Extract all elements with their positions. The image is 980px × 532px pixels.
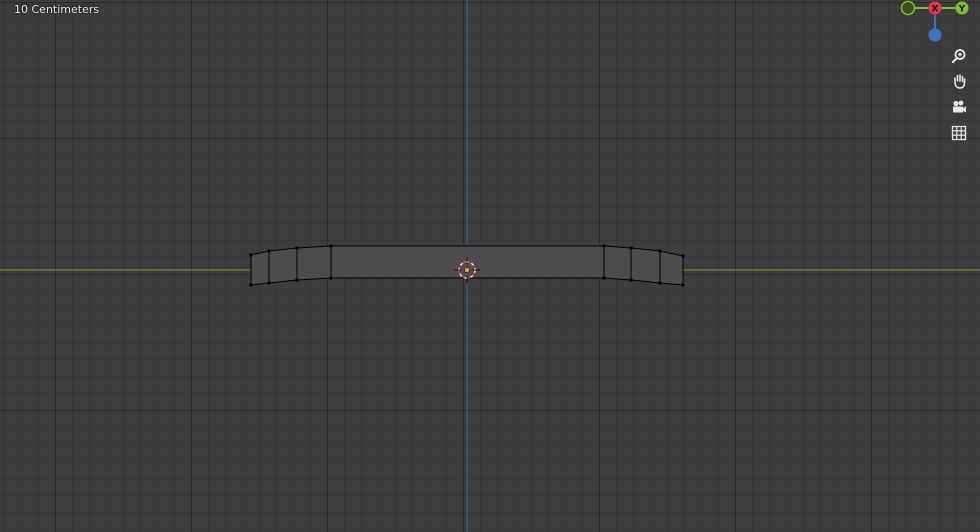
ortho-toggle-button[interactable] xyxy=(948,122,970,144)
gizmo-x-label: X xyxy=(932,5,939,15)
pan-button[interactable] xyxy=(948,70,970,92)
camera-button[interactable] xyxy=(948,96,970,118)
object-origin xyxy=(464,267,470,273)
zoom-icon xyxy=(951,49,966,64)
scene-canvas[interactable]: X Y xyxy=(0,0,980,532)
gizmo-neg-y-handle xyxy=(900,0,916,16)
gizmo-z-handle xyxy=(928,28,942,42)
3d-viewport[interactable]: 10 Centimeters X Y xyxy=(0,0,980,532)
zoom-button[interactable] xyxy=(948,45,970,67)
navigation-gizmo[interactable]: X Y xyxy=(900,0,969,42)
gizmo-y-label: Y xyxy=(958,5,966,15)
grid-ortho-icon xyxy=(951,125,967,141)
camera-icon xyxy=(953,100,966,113)
hand-pan-icon xyxy=(954,74,966,89)
